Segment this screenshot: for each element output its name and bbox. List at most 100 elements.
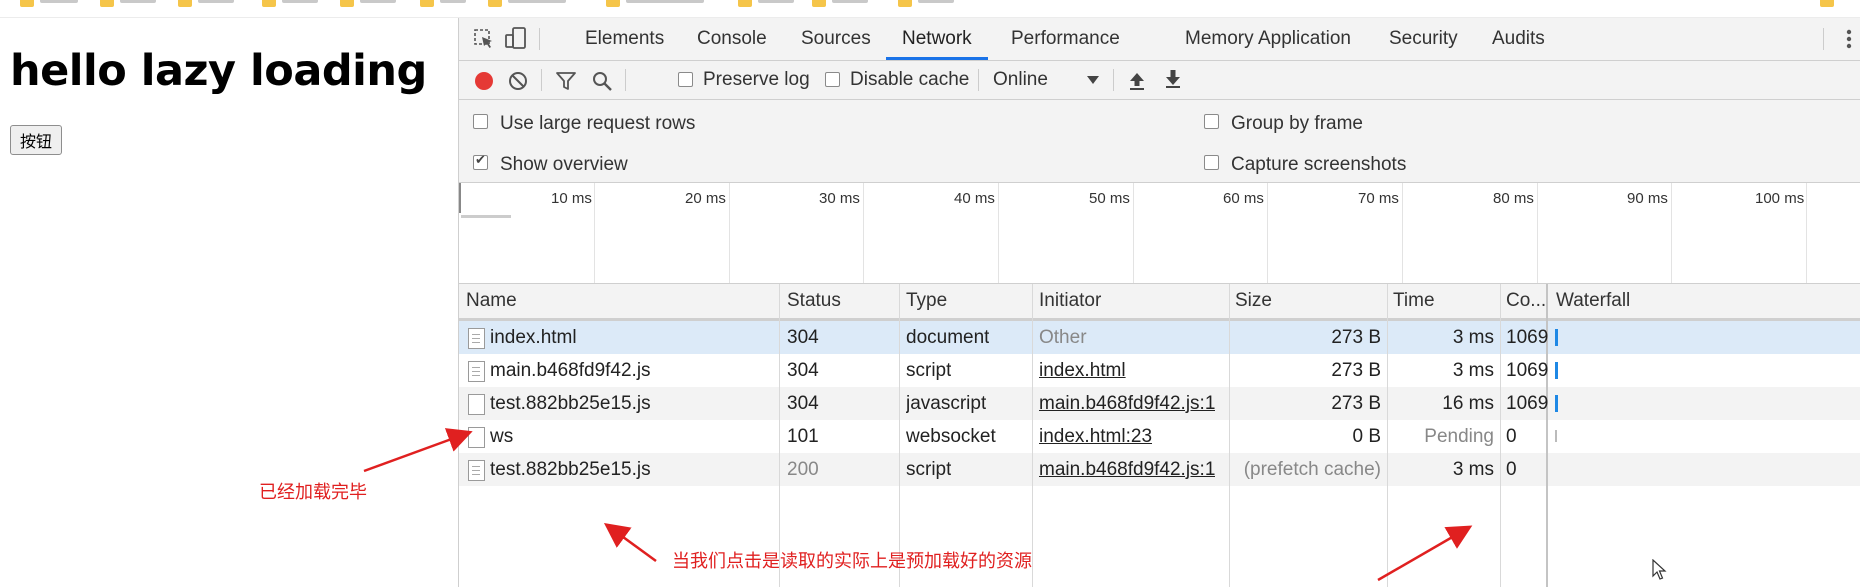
column-header-size[interactable]: Size — [1235, 284, 1272, 321]
column-header-time[interactable]: Time — [1393, 284, 1435, 321]
bookmark-label[interactable] — [360, 0, 396, 3]
column-separator[interactable] — [1500, 284, 1501, 587]
bookmark-folder-icon[interactable] — [20, 0, 34, 7]
toolbar-separator — [625, 69, 626, 91]
document-file-icon — [468, 328, 485, 349]
show-overview-checkbox[interactable] — [473, 152, 488, 170]
search-icon[interactable] — [591, 70, 613, 92]
bookmark-folder-icon[interactable] — [812, 0, 826, 7]
request-type: script — [906, 360, 952, 381]
devtools-panel: Elements Console Sources Network Perform… — [458, 18, 1860, 587]
bookmark-label[interactable] — [626, 0, 704, 3]
request-type: script — [906, 459, 952, 480]
waterfall-bar — [1555, 395, 1558, 412]
overview-tick-label: 90 ms — [1627, 190, 1668, 207]
column-header-connection[interactable]: Co... — [1506, 284, 1547, 321]
overview-tick-label: 30 ms — [819, 190, 860, 207]
bookmark-folder-icon[interactable] — [606, 0, 620, 7]
network-overview-timeline[interactable]: 10 ms 20 ms 30 ms 40 ms 50 ms 60 ms 70 m… — [459, 183, 1860, 284]
filter-icon[interactable] — [555, 70, 577, 92]
overview-gridline — [1537, 183, 1538, 283]
tab-network[interactable]: Network — [886, 18, 988, 60]
request-name[interactable]: main.b468fd9f42.js — [490, 354, 651, 387]
request-name[interactable]: ws — [490, 420, 513, 453]
column-separator[interactable] — [1387, 284, 1388, 587]
overview-gridline — [998, 183, 999, 283]
column-header-status[interactable]: Status — [787, 284, 841, 321]
bookmark-label[interactable] — [508, 0, 566, 3]
bookmark-folder-icon[interactable] — [898, 0, 912, 7]
column-header-type[interactable]: Type — [906, 284, 948, 321]
bookmark-folder-icon[interactable] — [100, 0, 114, 7]
column-header-waterfall[interactable]: Waterfall — [1556, 284, 1631, 321]
tab-performance[interactable]: Performance — [1011, 18, 1120, 60]
bookmark-folder-icon[interactable] — [738, 0, 752, 7]
overview-tick-label: 80 ms — [1493, 190, 1534, 207]
column-header-name[interactable]: Name — [466, 284, 517, 321]
request-name[interactable]: test.882bb25e15.js — [490, 387, 651, 420]
bookmark-label[interactable] — [918, 0, 954, 3]
column-header-initiator[interactable]: Initiator — [1039, 284, 1102, 321]
tab-application[interactable]: Application — [1258, 18, 1351, 60]
capture-screenshots-checkbox[interactable] — [1204, 155, 1219, 170]
request-initiator-link[interactable]: index.html — [1039, 354, 1126, 387]
record-icon[interactable] — [473, 70, 495, 92]
request-status: 304 — [787, 327, 819, 348]
table-row[interactable] — [459, 420, 1860, 453]
device-toolbar-icon[interactable] — [505, 26, 527, 52]
tab-security[interactable]: Security — [1389, 18, 1458, 60]
tab-sources[interactable]: Sources — [801, 18, 871, 60]
bookmark-label[interactable] — [440, 0, 466, 3]
bookmark-label[interactable] — [40, 0, 78, 3]
bookmark-label[interactable] — [832, 0, 868, 3]
group-by-frame-checkbox[interactable] — [1204, 114, 1219, 129]
request-name[interactable]: test.882bb25e15.js — [490, 453, 651, 486]
bookmark-folder-icon[interactable] — [420, 0, 434, 7]
column-separator[interactable] — [1229, 284, 1230, 587]
column-separator[interactable] — [899, 284, 900, 587]
request-size: 273 B — [1331, 327, 1381, 348]
column-separator[interactable] — [779, 284, 780, 587]
tab-console[interactable]: Console — [697, 18, 767, 60]
throttling-select[interactable]: Online — [993, 61, 1048, 99]
request-name[interactable]: index.html — [490, 321, 577, 354]
tab-memory[interactable]: Memory — [1185, 18, 1254, 60]
column-separator[interactable] — [1032, 284, 1033, 587]
overview-gridline — [1671, 183, 1672, 283]
request-connection: 1069 — [1506, 393, 1549, 414]
bookmark-folder-icon[interactable] — [340, 0, 354, 7]
disable-cache-checkbox[interactable] — [825, 72, 840, 87]
request-type: websocket — [906, 426, 996, 447]
bookmark-folder-icon[interactable] — [178, 0, 192, 7]
request-initiator-link[interactable]: main.b468fd9f42.js:1 — [1039, 453, 1215, 486]
import-har-icon[interactable] — [1127, 70, 1147, 92]
bookmark-folder-icon[interactable] — [262, 0, 276, 7]
request-initiator-link[interactable]: index.html:23 — [1039, 420, 1152, 453]
bookmark-label[interactable] — [120, 0, 156, 3]
toolbar-separator — [1113, 69, 1114, 91]
table-row[interactable] — [459, 354, 1860, 387]
clear-icon[interactable] — [507, 70, 529, 92]
tab-audits[interactable]: Audits — [1492, 18, 1545, 60]
inspect-element-icon[interactable] — [473, 28, 495, 50]
tab-elements[interactable]: Elements — [585, 18, 664, 60]
request-initiator: Other — [1039, 327, 1087, 348]
page-button[interactable]: 按钮 — [10, 125, 63, 155]
preserve-log-checkbox[interactable] — [678, 72, 693, 87]
overview-tick-label: 100 ms — [1755, 190, 1805, 207]
bookmark-label[interactable] — [282, 0, 318, 3]
more-options-icon[interactable] — [1845, 28, 1853, 50]
dropdown-arrow-icon[interactable] — [1086, 75, 1100, 85]
bookmark-folder-icon[interactable] — [488, 0, 502, 7]
bookmark-label[interactable] — [198, 0, 234, 3]
large-rows-checkbox[interactable] — [473, 114, 488, 129]
toolbar-separator — [978, 69, 979, 91]
request-initiator-link[interactable]: main.b468fd9f42.js:1 — [1039, 387, 1215, 420]
bookmark-folder-icon[interactable] — [1820, 0, 1834, 7]
toolbar-separator — [539, 28, 540, 50]
request-connection: 1069 — [1506, 360, 1549, 381]
overview-tick-label: 60 ms — [1223, 190, 1264, 207]
table-row-selected[interactable] — [459, 321, 1860, 354]
export-har-icon[interactable] — [1163, 68, 1183, 90]
bookmark-label[interactable] — [758, 0, 794, 3]
